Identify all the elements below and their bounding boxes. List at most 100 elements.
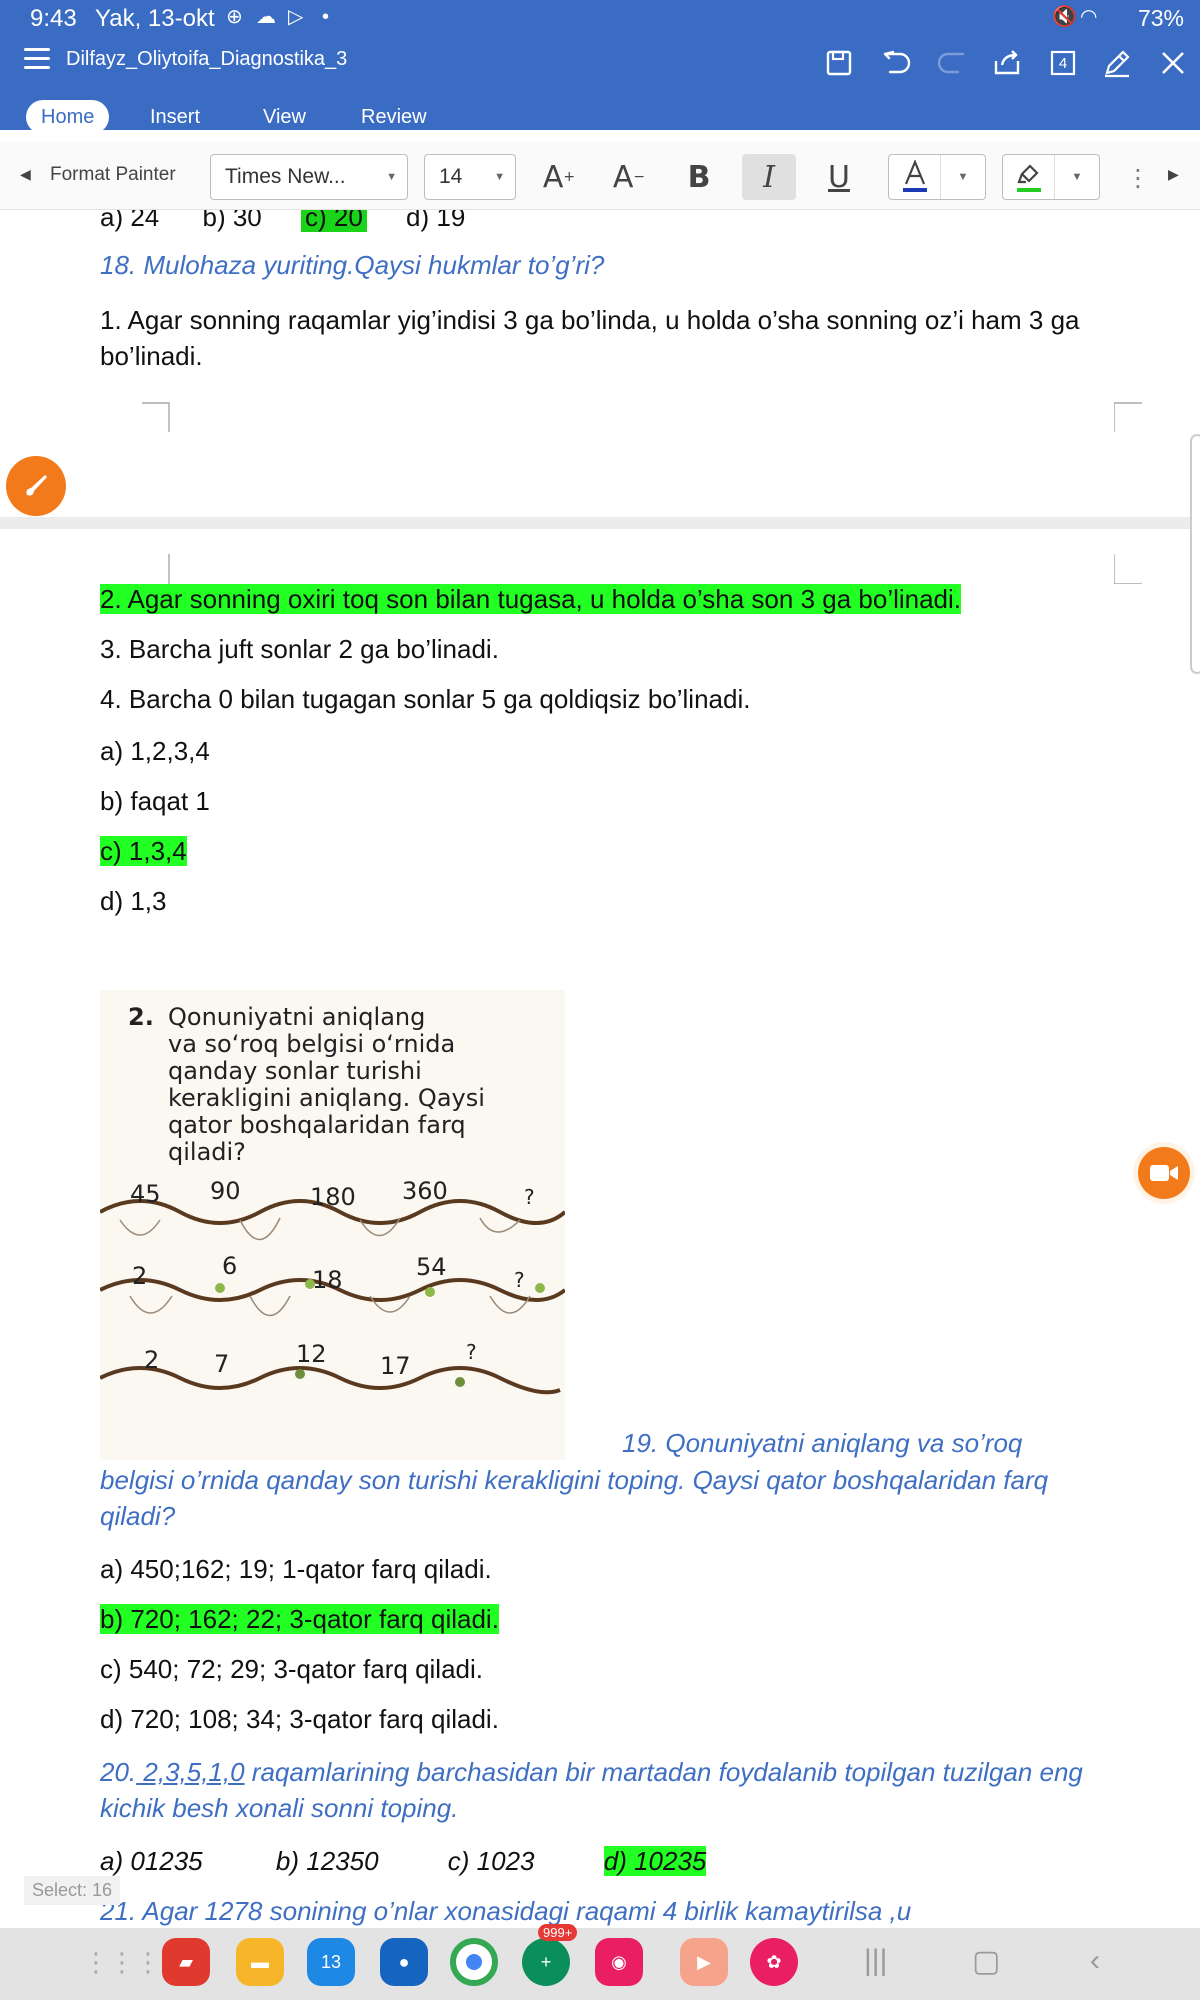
q18-option-b[interactable]: b) faqat 1 bbox=[100, 786, 210, 817]
scroll-right-icon[interactable]: ▶ bbox=[1168, 166, 1179, 183]
q19-option-b[interactable]: b) 720; 162; 22; 3-qator farq qiladi. bbox=[100, 1604, 499, 1635]
q20-title[interactable]: 20. 2,3,5,1,0 raqamlarining barchasidan … bbox=[100, 1754, 1100, 1826]
undo-icon[interactable] bbox=[880, 46, 914, 80]
font-name-select[interactable]: Times New... ▼ bbox=[210, 154, 408, 200]
tab-review[interactable]: Review bbox=[346, 100, 442, 134]
messages-app-icon[interactable]: ● bbox=[380, 1938, 428, 1986]
calculator-app-icon[interactable]: + bbox=[522, 1938, 570, 1986]
row3-value: 2 bbox=[144, 1346, 160, 1374]
italic-icon[interactable]: I bbox=[742, 154, 796, 200]
gallery-app-icon[interactable]: ✿ bbox=[750, 1938, 798, 1986]
prev-option-c[interactable]: c) 20 bbox=[301, 210, 367, 232]
page-corner-mark bbox=[142, 402, 170, 432]
row1-value: 180 bbox=[310, 1183, 356, 1211]
q19-option-c[interactable]: c) 540; 72; 29; 3-qator farq qiladi. bbox=[100, 1654, 483, 1685]
highlight-icon[interactable] bbox=[1003, 155, 1055, 199]
font-color-icon[interactable] bbox=[889, 155, 941, 199]
notes-app-icon[interactable]: ▰ bbox=[162, 1938, 210, 1986]
q18-statement-1[interactable]: 1. Agar sonning raqamlar yig’indisi 3 ga… bbox=[100, 302, 1100, 374]
add-circle-icon: ⊕ bbox=[226, 6, 243, 28]
calendar-app-icon[interactable]: 13 bbox=[307, 1938, 355, 1986]
q18-statement-3[interactable]: 3. Barcha juft sonlar 2 ga bo’linadi. bbox=[100, 634, 499, 665]
row1-value: 360 bbox=[402, 1177, 448, 1205]
files-app-icon[interactable]: ▬ bbox=[236, 1938, 284, 1986]
tab-home[interactable]: Home bbox=[26, 100, 110, 134]
camera-app-icon[interactable]: ◉ bbox=[595, 1938, 643, 1986]
tab-view[interactable]: View bbox=[248, 100, 321, 134]
app-drawer-icon[interactable]: ⋮⋮⋮ bbox=[83, 1938, 161, 1986]
q18-option-a[interactable]: a) 1,2,3,4 bbox=[100, 736, 210, 767]
pen-brush-button[interactable] bbox=[6, 456, 66, 516]
edit-pencil-icon[interactable] bbox=[1100, 46, 1134, 80]
brush-icon bbox=[26, 475, 47, 496]
grow-font-icon[interactable]: A + bbox=[532, 154, 586, 200]
hamburger-menu-icon[interactable] bbox=[24, 48, 50, 74]
cloud-icon: ☁ bbox=[256, 6, 276, 28]
share-icon[interactable] bbox=[990, 46, 1024, 80]
prev-option-d[interactable]: d) 19 bbox=[406, 210, 465, 232]
page-count-icon[interactable]: 4 bbox=[1046, 46, 1080, 80]
underline-icon[interactable]: U bbox=[812, 154, 866, 200]
screen-recorder-app-icon[interactable]: ▶ bbox=[680, 1938, 728, 1986]
q19-option-a[interactable]: a) 450;162; 19; 1-qator farq qiladi. bbox=[100, 1554, 492, 1585]
q19-title[interactable]: 19. Qonuniyatni aniqlang va so’roq bbox=[622, 1428, 1022, 1459]
row2-value: 6 bbox=[222, 1252, 238, 1280]
q18-title[interactable]: 18. Mulohaza yuriting.Qaysi hukmlar to’g… bbox=[100, 250, 604, 281]
font-size-select[interactable]: 14 ▼ bbox=[424, 154, 516, 200]
q18-statement-2[interactable]: 2. Agar sonning oxiri toq son bilan tuga… bbox=[100, 584, 962, 615]
q20-option-c[interactable]: c) 1023 bbox=[448, 1846, 535, 1876]
q20-option-a[interactable]: a) 01235 bbox=[100, 1846, 203, 1876]
prev-option-a[interactable]: a) 24 bbox=[100, 210, 159, 232]
row1-value: ? bbox=[524, 1185, 535, 1209]
home-icon[interactable]: ▢ bbox=[972, 1944, 1000, 1979]
row2-value: 2 bbox=[132, 1262, 148, 1290]
bold-icon[interactable]: B bbox=[672, 154, 726, 200]
save-icon[interactable] bbox=[822, 46, 856, 80]
format-painter-button[interactable]: Format Painter bbox=[50, 164, 176, 186]
scroll-left-icon[interactable]: ◀ bbox=[20, 166, 31, 183]
redo-icon[interactable] bbox=[934, 46, 968, 80]
more-icon[interactable]: ⋮ bbox=[1126, 164, 1150, 193]
recent-apps-icon[interactable]: ||| bbox=[864, 1944, 887, 1978]
row1-value: 90 bbox=[210, 1177, 241, 1205]
title-bar: Dilfayz_Oliytoifa_Diagnostika_3 4 Home I… bbox=[0, 36, 1200, 134]
q19-option-d[interactable]: d) 720; 108; 34; 3-qator farq qiladi. bbox=[100, 1704, 499, 1735]
row2-value: 54 bbox=[416, 1253, 447, 1281]
q18-option-c[interactable]: c) 1,3,4 bbox=[100, 836, 187, 867]
shrink-font-icon[interactable]: A − bbox=[602, 154, 656, 200]
font-size-value: 14 bbox=[439, 165, 463, 188]
row3-value: 12 bbox=[296, 1340, 327, 1368]
chevron-down-icon[interactable]: ▼ bbox=[1055, 155, 1099, 199]
q18-option-d[interactable]: d) 1,3 bbox=[100, 886, 167, 917]
taskbar: ⋮⋮⋮ ▰ ▬ 13 ● + 999+ ◉ ▶ ✿ ||| ▢ ‹ bbox=[0, 1924, 1200, 2000]
font-name-value: Times New... bbox=[225, 165, 346, 188]
close-icon[interactable] bbox=[1156, 46, 1190, 80]
highlight-control[interactable]: ▼ bbox=[1002, 154, 1100, 200]
q20-options-row: a) 01235 b) 12350 c) 1023 d) 10235 bbox=[100, 1846, 707, 1877]
back-icon[interactable]: ‹ bbox=[1090, 1944, 1100, 1978]
mute-icon: 🔇 bbox=[1052, 6, 1077, 28]
chrome-app-icon[interactable] bbox=[450, 1938, 498, 1986]
q18-statement-4[interactable]: 4. Barcha 0 bilan tugagan sonlar 5 ga qo… bbox=[100, 684, 750, 715]
page-corner-mark bbox=[168, 554, 170, 584]
q21-title-partial[interactable]: 21. Agar 1278 sonining o’nlar xonasidagi… bbox=[100, 1896, 911, 1927]
formatting-toolbar: ◀ Format Painter Times New... ▼ 14 ▼ A + … bbox=[0, 142, 1200, 210]
chevron-down-icon: ▼ bbox=[494, 171, 505, 183]
document-canvas[interactable]: a) 24 b) 30 c) 20 d) 19 18. Mulohaza yur… bbox=[0, 210, 1200, 1928]
scroll-handle[interactable] bbox=[1190, 434, 1200, 674]
screen-record-button[interactable] bbox=[1133, 1142, 1195, 1204]
wifi-icon: ◠ bbox=[1080, 6, 1098, 28]
q19-title-continued[interactable]: belgisi o’rnida qanday son turishi kerak… bbox=[100, 1462, 1100, 1534]
row2-value: ? bbox=[514, 1268, 525, 1292]
prev-option-b[interactable]: b) 30 bbox=[203, 210, 262, 232]
chevron-down-icon[interactable]: ▼ bbox=[941, 155, 985, 199]
tab-insert[interactable]: Insert bbox=[135, 100, 215, 134]
q20-option-b[interactable]: b) 12350 bbox=[276, 1846, 379, 1876]
textbook-excerpt-image[interactable]: 2. Qonuniyatni aniqlang va so‘roq belgis… bbox=[100, 990, 565, 1460]
row3-value: 7 bbox=[214, 1350, 230, 1378]
status-date: Yak, 13-okt bbox=[95, 5, 215, 32]
battery-level: 73% bbox=[1137, 5, 1184, 31]
q20-option-d[interactable]: d) 10235 bbox=[603, 1846, 707, 1876]
play-store-icon: ▷ bbox=[288, 6, 304, 28]
font-color-control[interactable]: ▼ bbox=[888, 154, 986, 200]
